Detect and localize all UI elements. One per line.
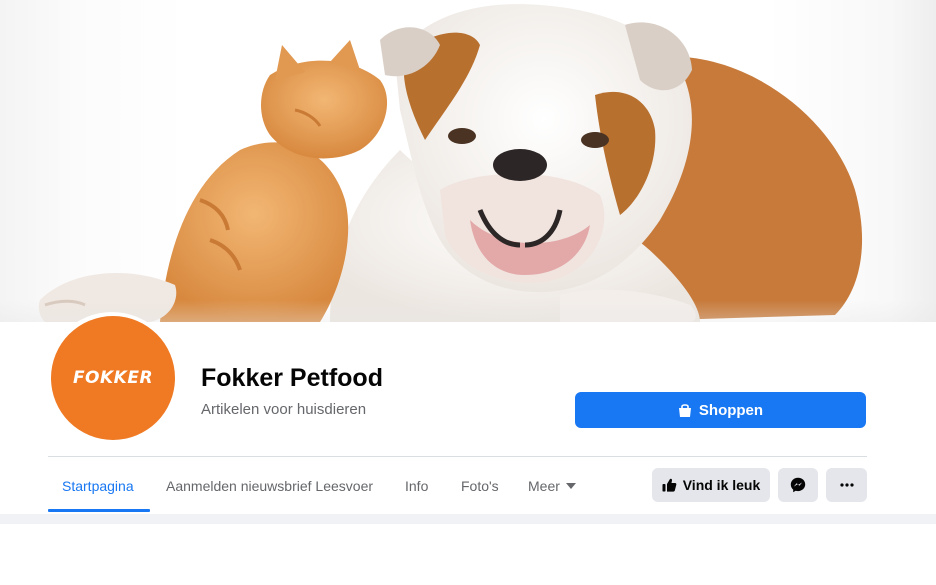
ellipsis-icon — [839, 483, 854, 487]
more-options-button[interactable] — [826, 468, 867, 502]
thumbs-up-icon — [662, 478, 677, 492]
cover-photo[interactable] — [0, 0, 936, 322]
messenger-button[interactable] — [778, 468, 818, 502]
tab-meer[interactable]: Meer — [528, 478, 576, 494]
tab-startpagina[interactable]: Startpagina — [62, 478, 134, 494]
like-button[interactable]: Vind ik leuk — [652, 468, 770, 502]
cover-illustration — [38, 4, 863, 322]
page-body-background — [0, 514, 936, 524]
shop-button[interactable]: Shoppen — [575, 392, 866, 428]
tab-label: Startpagina — [62, 478, 134, 494]
page-title: Fokker Petfood — [201, 364, 383, 392]
shop-button-label: Shoppen — [698, 401, 764, 419]
page-category[interactable]: Artikelen voor huisdieren — [201, 401, 366, 418]
tab-label: Info — [405, 478, 429, 494]
profile-avatar[interactable]: FOKKER — [51, 316, 175, 440]
tab-label: Aanmelden nieuwsbrief Leesvoer — [166, 478, 374, 494]
caret-down-icon — [565, 483, 576, 489]
like-button-label: Vind ik leuk — [682, 477, 761, 493]
messenger-icon — [790, 477, 806, 493]
tab-info[interactable]: Info — [405, 478, 428, 494]
active-tab-indicator — [48, 509, 150, 512]
header-divider — [48, 456, 867, 457]
shopping-bag-icon — [678, 403, 691, 417]
avatar-logo-text: FOKKER — [72, 368, 154, 388]
tab-label: Meer — [528, 478, 560, 494]
tab-label: Foto's — [461, 478, 499, 494]
tab-aanmelden-nieuwsbrief[interactable]: Aanmelden nieuwsbrief Leesvoer — [166, 478, 373, 494]
tab-fotos[interactable]: Foto's — [461, 478, 499, 494]
